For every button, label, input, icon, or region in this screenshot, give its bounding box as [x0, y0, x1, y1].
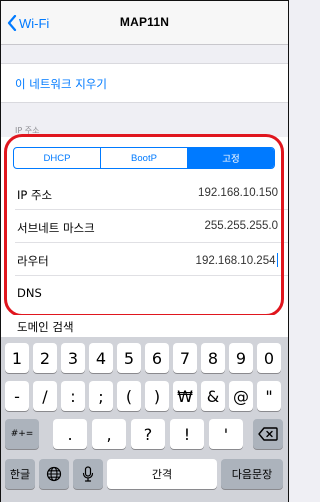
navigation-bar: Wi-Fi MAP11N — [1, 1, 288, 45]
key-6[interactable]: 6 — [145, 343, 169, 373]
ip-address-label: IP 주소 — [17, 188, 53, 202]
subnet-mask-row[interactable]: 서브네트 마스크 255.255.255.0 — [1, 210, 288, 243]
key-backspace[interactable] — [253, 419, 283, 449]
key-5[interactable]: 5 — [117, 343, 141, 373]
key-9[interactable]: 9 — [229, 343, 253, 373]
key-7[interactable]: 7 — [173, 343, 197, 373]
router-value: 192.168.10.254 — [195, 255, 276, 267]
text-cursor — [276, 253, 278, 267]
key-1[interactable]: 1 — [5, 343, 29, 373]
segment-static[interactable]: 고정 — [188, 148, 274, 168]
segment-dhcp[interactable]: DHCP — [14, 148, 101, 168]
key-colon[interactable]: : — [61, 381, 85, 411]
key-open-paren[interactable]: ( — [117, 381, 141, 411]
key-hyphen[interactable]: - — [5, 381, 29, 411]
key-next[interactable]: 다음문장 — [221, 459, 283, 489]
forget-network-label: 이 네트워크 지우기 — [15, 77, 107, 91]
forget-network-button[interactable]: 이 네트워크 지우기 — [1, 63, 288, 103]
dns-label: DNS — [17, 286, 42, 300]
key-period[interactable]: . — [53, 419, 87, 449]
key-exclamation[interactable]: ! — [170, 419, 204, 449]
key-2[interactable]: 2 — [33, 343, 57, 373]
search-domains-label: 도메인 검색 — [17, 320, 74, 334]
router-row[interactable]: 라우터 192.168.10.254 — [1, 243, 288, 276]
key-comma[interactable]: , — [92, 419, 126, 449]
subnet-mask-label: 서브네트 마스크 — [17, 221, 95, 235]
key-won[interactable]: ₩ — [173, 381, 197, 411]
key-ampersand[interactable]: & — [201, 381, 225, 411]
key-globe[interactable] — [39, 459, 69, 489]
key-0[interactable]: 0 — [257, 343, 281, 373]
keyboard: 1 2 3 4 5 6 7 8 9 0 - / : ; ( ) ₩ & @ " … — [1, 337, 288, 502]
globe-icon — [46, 466, 62, 482]
key-dictation[interactable] — [73, 459, 103, 489]
key-4[interactable]: 4 — [89, 343, 113, 373]
subnet-mask-field[interactable]: 255.255.255.0 — [204, 220, 278, 232]
key-close-paren[interactable]: ) — [145, 381, 169, 411]
router-label: 라우터 — [17, 254, 49, 268]
key-language[interactable]: 한글 — [5, 459, 35, 489]
key-symbols-toggle[interactable]: #+= — [5, 419, 39, 449]
segment-bootp[interactable]: BootP — [101, 148, 188, 168]
dns-row[interactable]: DNS — [1, 276, 288, 309]
key-quote[interactable]: " — [257, 381, 281, 411]
ip-section-header: IP 주소 — [15, 126, 40, 135]
backspace-icon — [258, 427, 278, 441]
router-field[interactable]: 192.168.10.254 — [196, 253, 278, 267]
ip-mode-segmented-control[interactable]: DHCP BootP 고정 — [13, 147, 275, 169]
microphone-icon — [82, 466, 94, 482]
page-title: MAP11N — [119, 15, 170, 29]
ip-address-row[interactable]: IP 주소 192.168.10.150 — [1, 177, 288, 210]
key-apostrophe[interactable]: ' — [209, 419, 243, 449]
key-at[interactable]: @ — [229, 381, 253, 411]
key-space[interactable]: 간격 — [107, 459, 217, 489]
key-8[interactable]: 8 — [201, 343, 225, 373]
key-semicolon[interactable]: ; — [89, 381, 113, 411]
ip-address-field[interactable]: 192.168.10.150 — [198, 187, 278, 199]
key-question[interactable]: ? — [131, 419, 165, 449]
key-3[interactable]: 3 — [61, 343, 85, 373]
key-slash[interactable]: / — [33, 381, 57, 411]
